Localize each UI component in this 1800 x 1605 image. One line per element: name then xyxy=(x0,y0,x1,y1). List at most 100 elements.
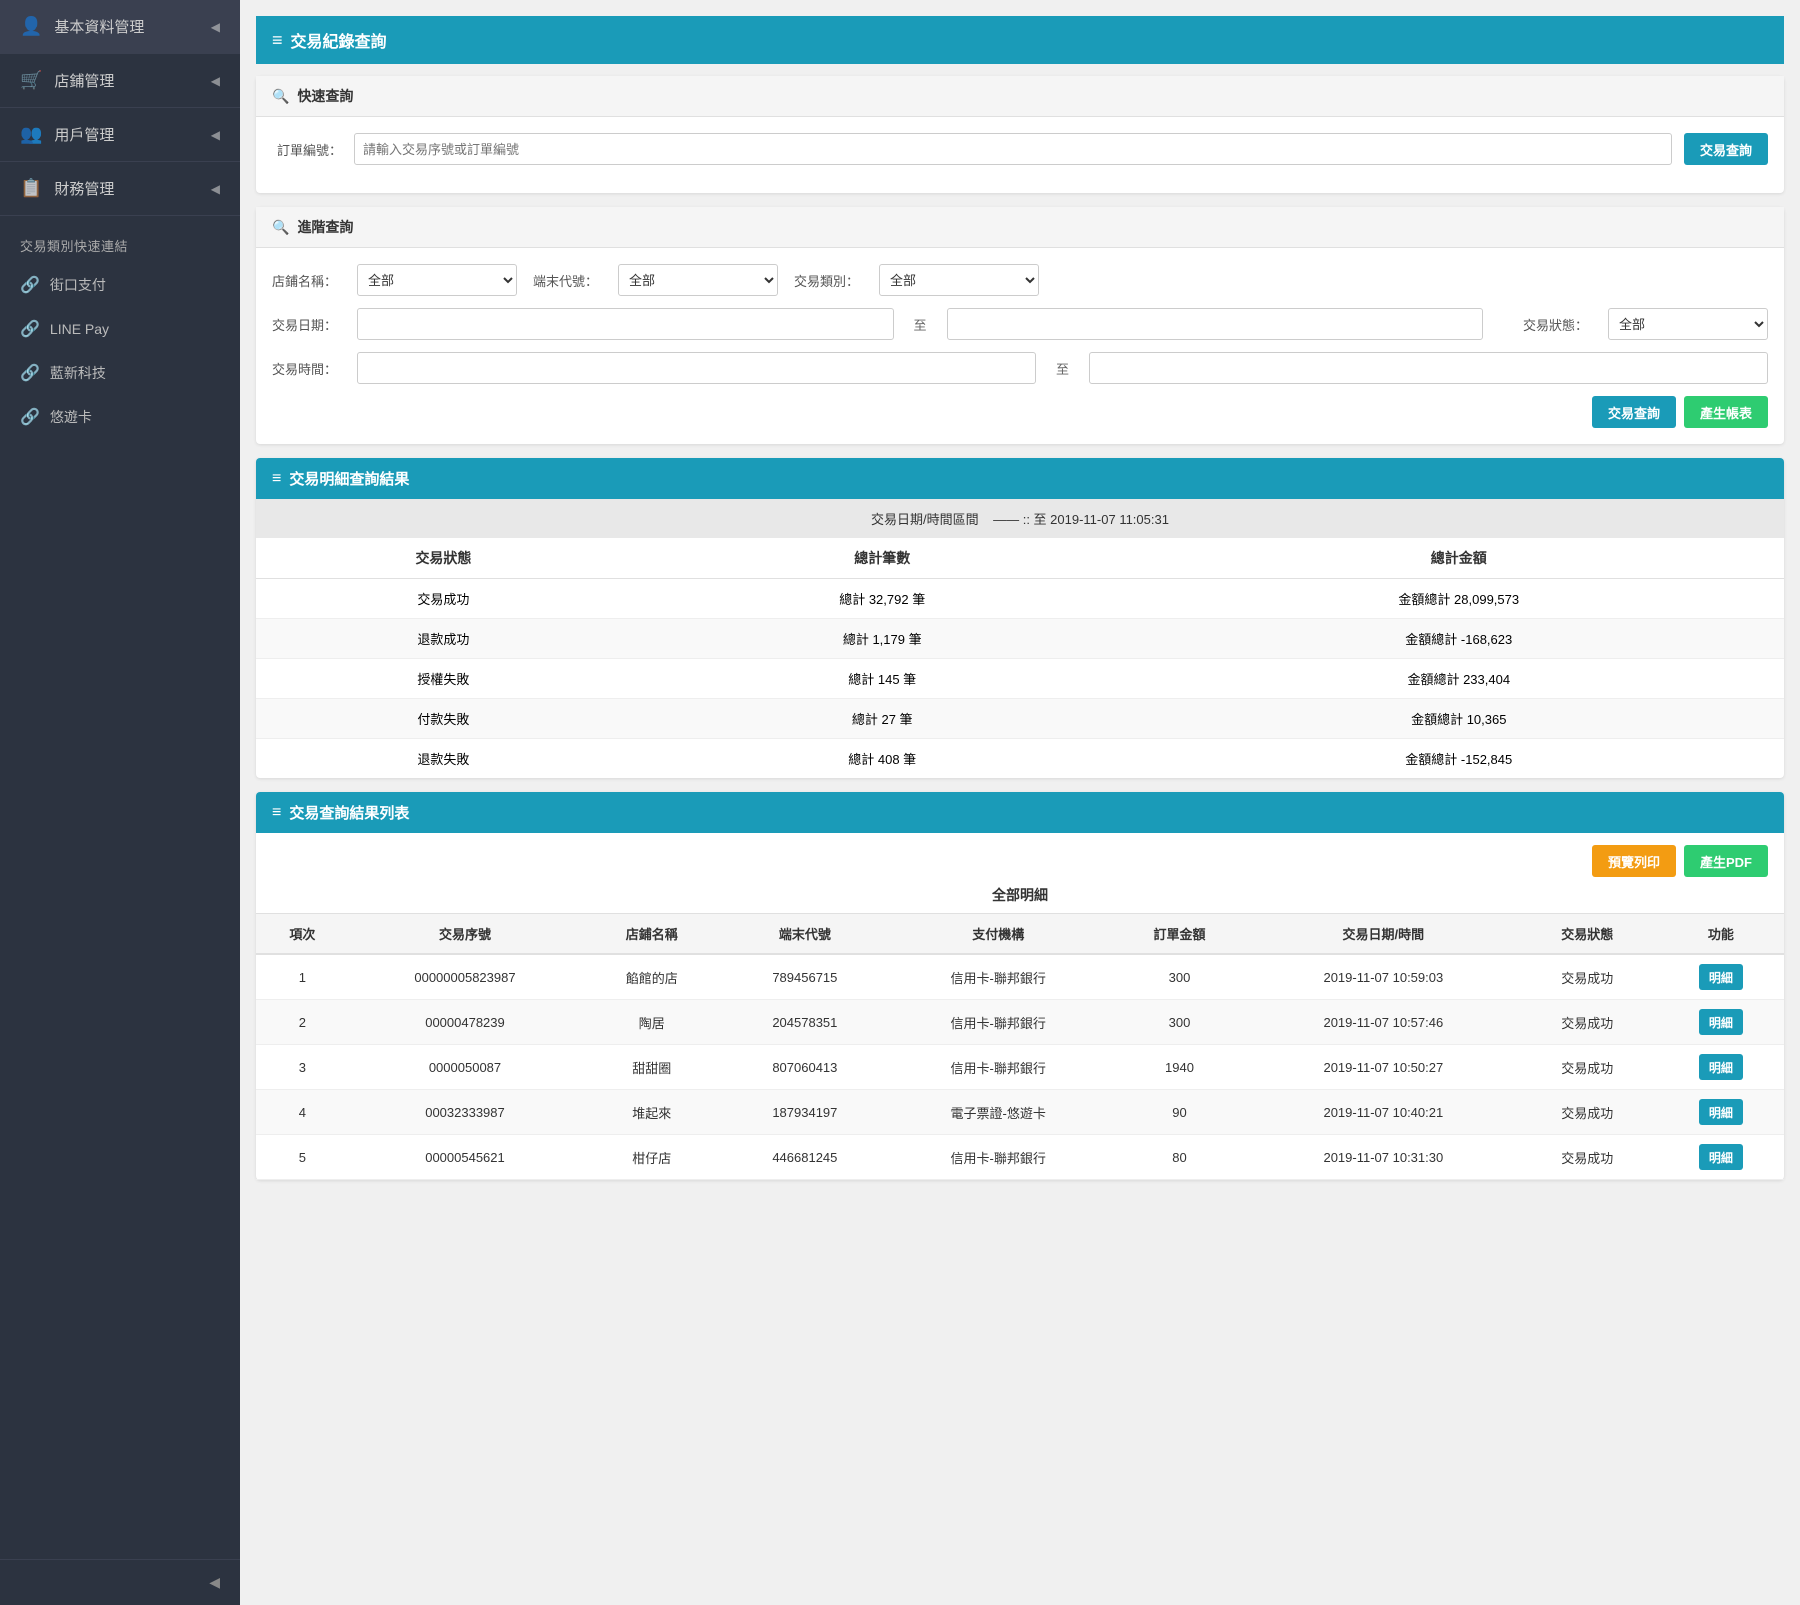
terminal-select[interactable]: 全部 xyxy=(618,264,778,296)
summary-status-3: 付款失敗 xyxy=(256,699,631,739)
search-icon-advanced: 🔍 xyxy=(272,219,289,236)
result-terminal-2: 807060413 xyxy=(722,1045,887,1090)
date-from-input[interactable] xyxy=(357,308,893,340)
sidebar-link-linepay[interactable]: 🔗 LINE Pay xyxy=(0,307,240,351)
link-icon-1: 🔗 xyxy=(20,275,40,295)
sidebar-item-user[interactable]: 👥 用戶管理 ◀ xyxy=(0,108,240,162)
sidebar-item-store[interactable]: 🛒 店鋪管理 ◀ xyxy=(0,54,240,108)
results-panel: ≡ 交易查詢結果列表 預覽列印 產生PDF 全部明細 項次交易序號店鋪名稱端末代… xyxy=(256,792,1784,1180)
result-txn-4: 00000545621 xyxy=(349,1135,581,1180)
quick-search-title: 快速查詢 xyxy=(297,86,353,106)
results-col-2: 店鋪名稱 xyxy=(581,914,722,955)
result-status-2: 交易成功 xyxy=(1517,1045,1658,1090)
detail-button-2[interactable]: 明細 xyxy=(1699,1054,1743,1080)
results-col-0: 項次 xyxy=(256,914,349,955)
time-separator: 至 xyxy=(1052,359,1073,378)
sidebar-link-label-1: LINE Pay xyxy=(50,321,109,337)
results-col-5: 訂單金額 xyxy=(1109,914,1250,955)
sidebar-item-basic[interactable]: 👤 基本資料管理 ◀ xyxy=(0,0,240,54)
table-row: 3 0000050087 甜甜圈 807060413 信用卡-聯邦銀行 1940… xyxy=(256,1045,1784,1090)
results-title: 交易查詢結果列表 xyxy=(289,802,409,823)
advanced-search-button[interactable]: 交易查詢 xyxy=(1592,396,1676,428)
results-col-3: 端末代號 xyxy=(722,914,887,955)
summary-title: 交易明細查詢結果 xyxy=(289,468,409,489)
summary-count-1: 總計 1,179 筆 xyxy=(631,619,1134,659)
table-row: 5 00000545621 柑仔店 446681245 信用卡-聯邦銀行 80 … xyxy=(256,1135,1784,1180)
page-title: 交易紀錄查詢 xyxy=(291,28,387,52)
result-amount-3: 90 xyxy=(1109,1090,1250,1135)
results-subtitle: 全部明細 xyxy=(256,877,1784,913)
store-select[interactable]: 全部 xyxy=(357,264,517,296)
quick-search-body: 訂單編號： 交易查詢 xyxy=(256,117,1784,193)
sidebar-link-bluecard[interactable]: 🔗 藍新科技 xyxy=(0,351,240,395)
type-select[interactable]: 全部 xyxy=(879,264,1039,296)
generate-report-button[interactable]: 產生帳表 xyxy=(1684,396,1768,428)
result-amount-2: 1940 xyxy=(1109,1045,1250,1090)
result-no-3: 4 xyxy=(256,1090,349,1135)
time-label: 交易時間： xyxy=(272,359,341,378)
date-to-input[interactable] xyxy=(947,308,1483,340)
sidebar-link-jkopay[interactable]: 🔗 街口支付 xyxy=(0,263,240,307)
chevron-icon-3: ◀ xyxy=(211,128,220,142)
quick-search-panel: 🔍 快速查詢 訂單編號： 交易查詢 xyxy=(256,76,1784,193)
quick-search-button[interactable]: 交易查詢 xyxy=(1684,133,1768,165)
sidebar-link-easycard[interactable]: 🔗 悠遊卡 xyxy=(0,395,240,439)
summary-row: 交易成功 總計 32,792 筆 金額總計 28,099,573 xyxy=(256,579,1784,619)
sidebar-item-label-store: 店鋪管理 xyxy=(54,70,114,91)
results-table: 項次交易序號店鋪名稱端末代號支付機構訂單金額交易日期/時間交易狀態功能 1 00… xyxy=(256,913,1784,1180)
detail-button-0[interactable]: 明細 xyxy=(1699,964,1743,990)
sidebar-link-label-2: 藍新科技 xyxy=(50,363,106,383)
generate-pdf-button[interactable]: 產生PDF xyxy=(1684,845,1768,877)
link-icon-4: 🔗 xyxy=(20,407,40,427)
summary-amount-0: 金額總計 28,099,573 xyxy=(1134,579,1784,619)
header-menu-icon: ≡ xyxy=(272,30,283,51)
chevron-icon: ◀ xyxy=(211,20,220,34)
sidebar-collapse-button[interactable]: ◀ xyxy=(0,1559,240,1605)
sidebar: 👤 基本資料管理 ◀ 🛒 店鋪管理 ◀ 👥 用戶管理 ◀ 📋 財務管理 ◀ 交易… xyxy=(0,0,240,1605)
result-action-3: 明細 xyxy=(1658,1090,1784,1135)
result-datetime-4: 2019-11-07 10:31:30 xyxy=(1250,1135,1517,1180)
time-from-input[interactable] xyxy=(357,352,1036,384)
link-icon-2: 🔗 xyxy=(20,319,40,339)
summary-panel: ≡ 交易明細查詢結果 交易日期/時間區間 —— :: 至 2019-11-07 … xyxy=(256,458,1784,778)
summary-status-1: 退款成功 xyxy=(256,619,631,659)
results-col-4: 支付機構 xyxy=(888,914,1109,955)
summary-status-0: 交易成功 xyxy=(256,579,631,619)
date-range-label: 交易日期/時間區間 xyxy=(871,512,979,527)
result-payment-0: 信用卡-聯邦銀行 xyxy=(888,954,1109,1000)
result-store-0: 餡館的店 xyxy=(581,954,722,1000)
result-txn-2: 0000050087 xyxy=(349,1045,581,1090)
result-store-2: 甜甜圈 xyxy=(581,1045,722,1090)
cart-icon: 🛒 xyxy=(20,70,42,91)
chevron-icon-2: ◀ xyxy=(211,74,220,88)
status-select[interactable]: 全部 xyxy=(1608,308,1768,340)
quick-search-header: 🔍 快速查詢 xyxy=(256,76,1784,117)
sidebar-item-label-user: 用戶管理 xyxy=(54,124,114,145)
detail-button-1[interactable]: 明細 xyxy=(1699,1009,1743,1035)
result-terminal-0: 789456715 xyxy=(722,954,887,1000)
summary-date-range: 交易日期/時間區間 —— :: 至 2019-11-07 11:05:31 xyxy=(256,499,1784,538)
result-status-3: 交易成功 xyxy=(1517,1090,1658,1135)
sidebar-item-finance[interactable]: 📋 財務管理 ◀ xyxy=(0,162,240,216)
summary-count-2: 總計 145 筆 xyxy=(631,659,1134,699)
results-header: ≡ 交易查詢結果列表 xyxy=(256,792,1784,833)
order-number-input[interactable] xyxy=(354,133,1672,165)
summary-col-count: 總計筆數 xyxy=(631,538,1134,579)
results-menu-icon: ≡ xyxy=(272,804,281,822)
users-icon: 👥 xyxy=(20,124,42,145)
detail-button-3[interactable]: 明細 xyxy=(1699,1099,1743,1125)
detail-button-4[interactable]: 明細 xyxy=(1699,1144,1743,1170)
user-icon: 👤 xyxy=(20,16,42,37)
time-to-input[interactable] xyxy=(1089,352,1768,384)
advanced-search-actions: 交易查詢 產生帳表 xyxy=(272,396,1768,428)
result-payment-4: 信用卡-聯邦銀行 xyxy=(888,1135,1109,1180)
summary-row: 退款成功 總計 1,179 筆 金額總計 -168,623 xyxy=(256,619,1784,659)
summary-table: 交易狀態 總計筆數 總計金額 交易成功 總計 32,792 筆 金額總計 28,… xyxy=(256,538,1784,778)
table-row: 1 00000005823987 餡館的店 789456715 信用卡-聯邦銀行… xyxy=(256,954,1784,1000)
print-preview-button[interactable]: 預覽列印 xyxy=(1592,845,1676,877)
result-store-1: 陶居 xyxy=(581,1000,722,1045)
result-amount-4: 80 xyxy=(1109,1135,1250,1180)
table-row: 2 00000478239 陶居 204578351 信用卡-聯邦銀行 300 … xyxy=(256,1000,1784,1045)
result-action-4: 明細 xyxy=(1658,1135,1784,1180)
store-label: 店鋪名稱： xyxy=(272,271,341,290)
